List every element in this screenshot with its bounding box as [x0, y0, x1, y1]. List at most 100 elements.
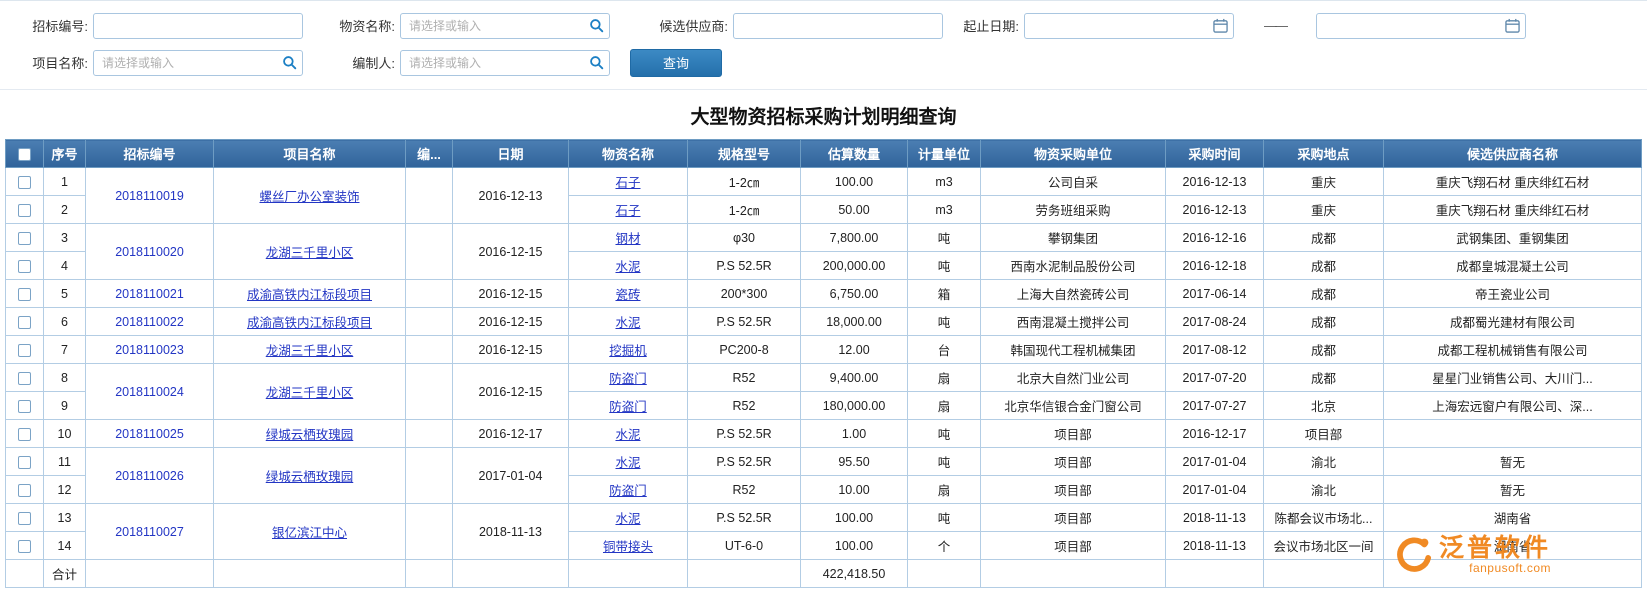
material-link[interactable]: 水泥: [569, 448, 688, 476]
project-link[interactable]: 成渝高铁内江标段项目: [214, 308, 406, 336]
material-link[interactable]: 水泥: [569, 420, 688, 448]
row-checkbox[interactable]: [18, 260, 31, 273]
project-link[interactable]: 龙湖三千里小区: [214, 336, 406, 364]
suppliers-cell: 重庆飞翔石材 重庆绯红石材: [1384, 196, 1642, 224]
seq-cell: 12: [44, 476, 86, 504]
project-link[interactable]: 绿城云栖玫瑰园: [214, 448, 406, 504]
project-search-icon[interactable]: [280, 54, 298, 72]
project-link[interactable]: 龙湖三千里小区: [214, 364, 406, 420]
bid-no-link[interactable]: 2018110021: [86, 280, 214, 308]
table-row: 32018110020龙湖三千里小区2016-12-15钢材φ307,800.0…: [6, 224, 1642, 252]
bid-no-link[interactable]: 2018110027: [86, 504, 214, 560]
project-link[interactable]: 龙湖三千里小区: [214, 224, 406, 280]
table-header-row: 序号招标编号项目名称编...日期物资名称规格型号估算数量计量单位物资采购单位采购…: [6, 140, 1642, 168]
purchase-unit-cell: 西南水泥制品股份公司: [981, 252, 1166, 280]
purchase-time-cell: 2017-01-04: [1166, 448, 1264, 476]
calendar-icon-from[interactable]: [1211, 17, 1229, 35]
material-search-icon[interactable]: [587, 17, 605, 35]
date-cell: 2016-12-13: [453, 168, 569, 224]
table-row: 62018110022成渝高铁内江标段项目2016-12-15水泥P.S 52.…: [6, 308, 1642, 336]
bid-no-link[interactable]: 2018110020: [86, 224, 214, 280]
column-header: 物资采购单位: [981, 140, 1166, 168]
row-checkbox[interactable]: [18, 204, 31, 217]
date-cell: 2016-12-17: [453, 420, 569, 448]
row-checkbox[interactable]: [18, 512, 31, 525]
calendar-icon-to[interactable]: [1503, 17, 1521, 35]
bid-no-link[interactable]: 2018110024: [86, 364, 214, 420]
bid-no-input[interactable]: [93, 13, 303, 39]
purchase-unit-cell: 韩国现代工程机械集团: [981, 336, 1166, 364]
table-row: 72018110023龙湖三千里小区2016-12-15挖掘机PC200-812…: [6, 336, 1642, 364]
qty-cell: 1.00: [801, 420, 908, 448]
project-input[interactable]: [93, 50, 303, 76]
material-link[interactable]: 防盗门: [569, 364, 688, 392]
purchase-time-cell: 2016-12-13: [1166, 196, 1264, 224]
row-checkbox[interactable]: [18, 288, 31, 301]
material-link[interactable]: 石子: [569, 196, 688, 224]
compiler-cell: [406, 504, 453, 560]
row-checkbox[interactable]: [18, 176, 31, 189]
bid-no-link[interactable]: 2018110026: [86, 448, 214, 504]
material-link[interactable]: 防盗门: [569, 392, 688, 420]
compiler-search-icon[interactable]: [587, 54, 605, 72]
material-link[interactable]: 钢材: [569, 224, 688, 252]
row-checkbox[interactable]: [18, 232, 31, 245]
project-link[interactable]: 成渝高铁内江标段项目: [214, 280, 406, 308]
material-link[interactable]: 水泥: [569, 252, 688, 280]
material-link[interactable]: 挖掘机: [569, 336, 688, 364]
material-input[interactable]: [400, 13, 610, 39]
seq-cell: 2: [44, 196, 86, 224]
compiler-cell: [406, 448, 453, 504]
bid-no-link[interactable]: 2018110023: [86, 336, 214, 364]
compiler-input[interactable]: [400, 50, 610, 76]
select-all-checkbox[interactable]: [18, 148, 31, 161]
date-from-input[interactable]: [1024, 13, 1234, 39]
results-table: 序号招标编号项目名称编...日期物资名称规格型号估算数量计量单位物资采购单位采购…: [5, 139, 1642, 588]
suppliers-cell: [1384, 420, 1642, 448]
unit-cell: 扇: [908, 476, 981, 504]
material-link[interactable]: 铜带接头: [569, 532, 688, 560]
project-link[interactable]: 绿城云栖玫瑰园: [214, 420, 406, 448]
material-link[interactable]: 水泥: [569, 308, 688, 336]
total-empty-cell: [1384, 560, 1642, 588]
compiler-label: 编制人:: [333, 53, 395, 72]
row-select-cell: [6, 168, 44, 196]
spec-cell: P.S 52.5R: [688, 420, 801, 448]
material-link[interactable]: 瓷砖: [569, 280, 688, 308]
bid-no-link[interactable]: 2018110019: [86, 168, 214, 224]
purchase-place-cell: 重庆: [1264, 196, 1384, 224]
row-checkbox[interactable]: [18, 316, 31, 329]
filter-panel: 招标编号: 物资名称: 候选供应商: 起止日期: ——: [0, 1, 1647, 90]
row-checkbox[interactable]: [18, 344, 31, 357]
column-header: 物资名称: [569, 140, 688, 168]
total-empty-cell: [453, 560, 569, 588]
project-link[interactable]: 螺丝厂办公室装饰: [214, 168, 406, 224]
row-checkbox[interactable]: [18, 372, 31, 385]
row-checkbox[interactable]: [18, 428, 31, 441]
seq-cell: 7: [44, 336, 86, 364]
suppliers-cell: 暂无: [1384, 448, 1642, 476]
row-checkbox[interactable]: [18, 456, 31, 469]
row-checkbox[interactable]: [18, 400, 31, 413]
table-row: 112018110026绿城云栖玫瑰园2017-01-04水泥P.S 52.5R…: [6, 448, 1642, 476]
seq-cell: 9: [44, 392, 86, 420]
bid-no-link[interactable]: 2018110025: [86, 420, 214, 448]
row-select-cell: [6, 224, 44, 252]
supplier-input[interactable]: [733, 13, 943, 39]
material-link[interactable]: 水泥: [569, 504, 688, 532]
suppliers-cell: 成都蜀光建材有限公司: [1384, 308, 1642, 336]
bid-no-link[interactable]: 2018110022: [86, 308, 214, 336]
row-checkbox[interactable]: [18, 484, 31, 497]
date-to-input[interactable]: [1316, 13, 1526, 39]
purchase-time-cell: 2018-11-13: [1166, 532, 1264, 560]
results-grid: 序号招标编号项目名称编...日期物资名称规格型号估算数量计量单位物资采购单位采购…: [5, 139, 1642, 588]
project-link[interactable]: 银亿滨江中心: [214, 504, 406, 560]
compiler-cell: [406, 308, 453, 336]
row-select-cell: [6, 420, 44, 448]
qty-cell: 9,400.00: [801, 364, 908, 392]
table-row: 12018110019螺丝厂办公室装饰2016-12-13石子1-2㎝100.0…: [6, 168, 1642, 196]
material-link[interactable]: 防盗门: [569, 476, 688, 504]
query-button[interactable]: 查询: [630, 49, 722, 77]
material-link[interactable]: 石子: [569, 168, 688, 196]
row-checkbox[interactable]: [18, 540, 31, 553]
